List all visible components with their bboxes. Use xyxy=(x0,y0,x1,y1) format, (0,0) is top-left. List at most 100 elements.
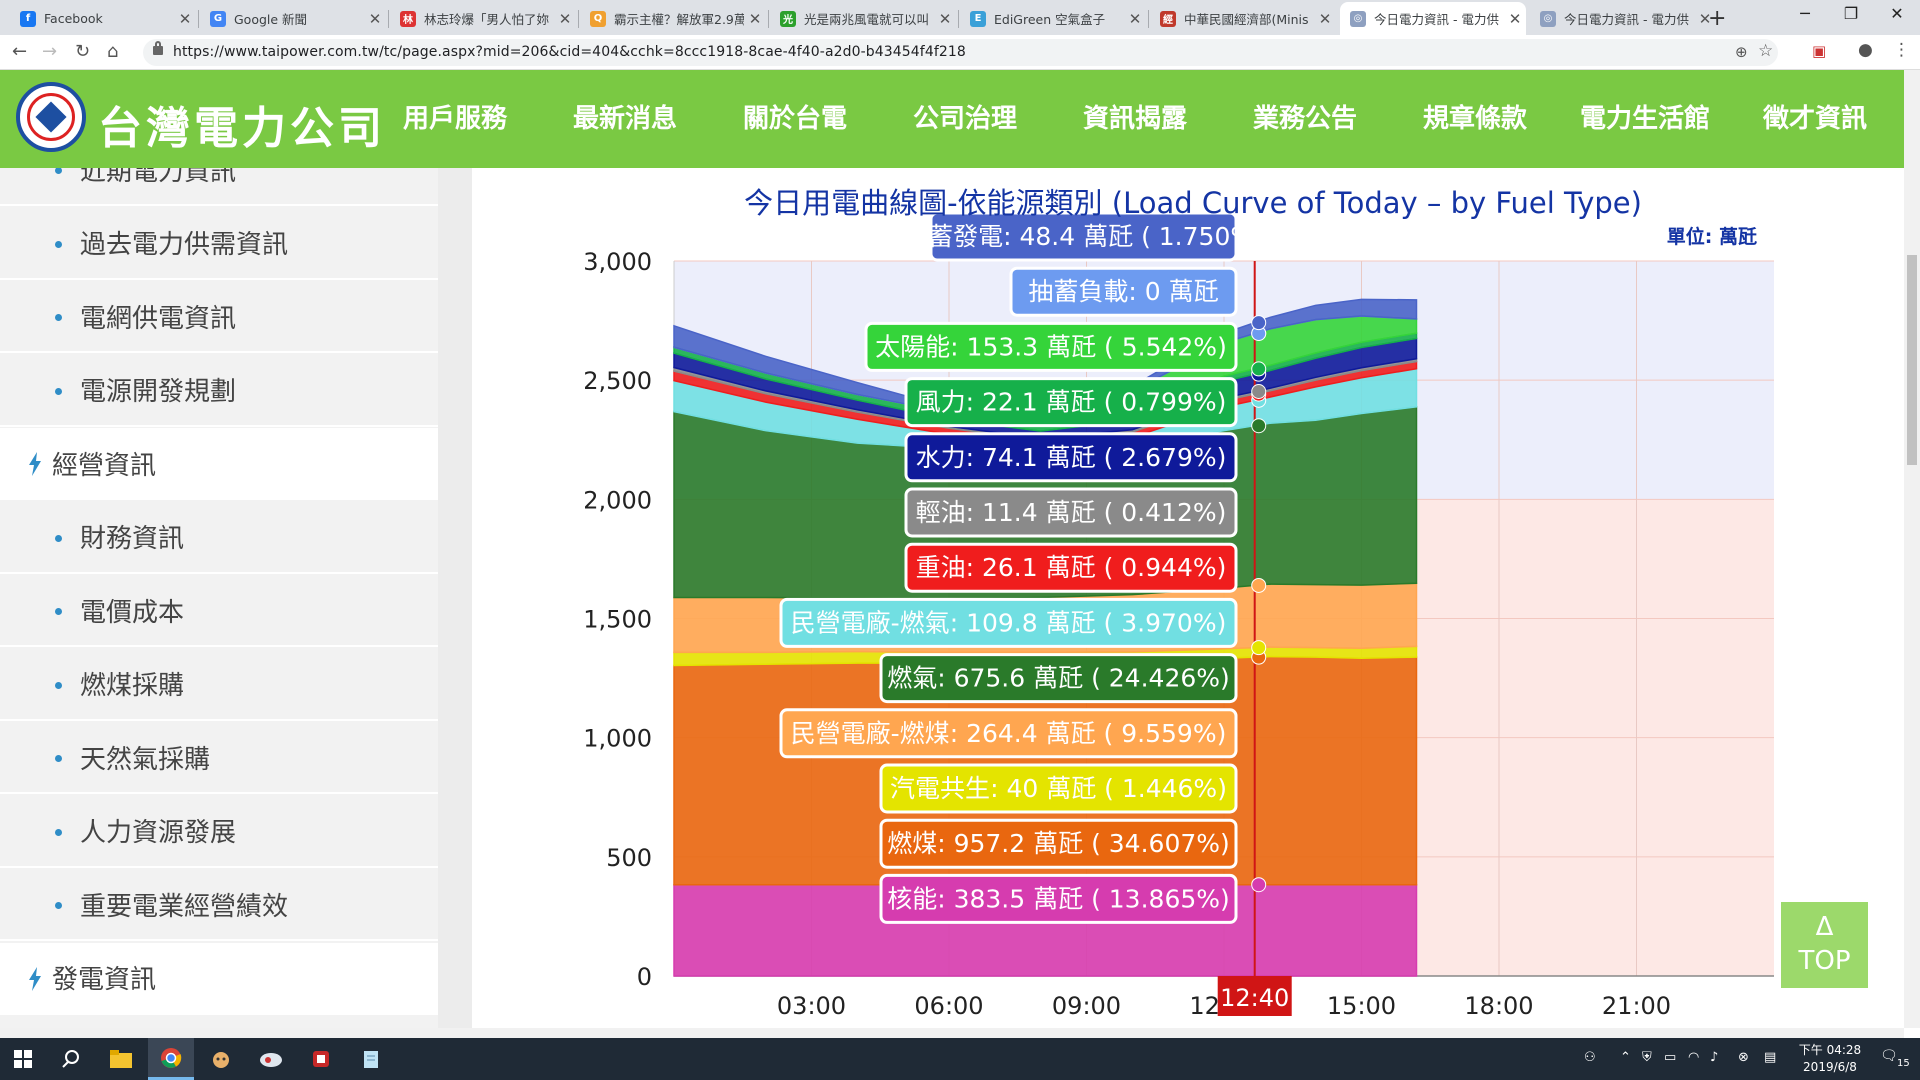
nav-item[interactable]: 資訊揭露 xyxy=(1050,70,1220,168)
tab-close-icon[interactable]: ✕ xyxy=(744,10,766,28)
close-window-button[interactable]: ✕ xyxy=(1874,4,1920,23)
load-curve-chart: 0 500 1,000 1,500 2,000 2,500 3,000 03:00 06:00 0… xyxy=(583,211,1774,1020)
series-unit: 萬瓩 xyxy=(1025,884,1083,913)
back-to-top-button[interactable]: Δ TOP xyxy=(1781,902,1868,988)
app-icon-notepad[interactable] xyxy=(348,1038,394,1080)
tab-close-icon[interactable]: ✕ xyxy=(1314,10,1336,28)
tab-title: 林志玲爆「男人怕了妳 xyxy=(424,12,550,27)
nav-item[interactable]: 業務公告 xyxy=(1220,70,1390,168)
series-sep: : xyxy=(937,829,953,858)
sidebar-item[interactable]: 財務資訊 xyxy=(0,501,438,574)
sidebar-item[interactable]: 人力資源發展 xyxy=(0,795,438,868)
nav-item[interactable]: 用戶服務 xyxy=(370,70,540,168)
browser-tab[interactable]: ◎ 今日電力資訊 - 電力供 ✕ xyxy=(1530,2,1716,35)
series-value: 675.6 xyxy=(954,664,1026,693)
sidebar-item[interactable]: 電源開發規劃 xyxy=(0,354,438,427)
series-value: 48.4 xyxy=(1020,222,1076,251)
series-pct-open: ( xyxy=(1096,553,1122,582)
search-icon[interactable] xyxy=(48,1038,94,1080)
browser-tab[interactable]: G Google 新聞 ✕ xyxy=(200,2,386,35)
sidebar-item[interactable]: 電價成本 xyxy=(0,575,438,647)
browser-tab[interactable]: Q 霸示主權？解放軍2.9萬 ✕ xyxy=(580,2,766,35)
new-tab-button[interactable]: + xyxy=(1708,6,1726,31)
browser-tab[interactable]: 光光是兩兆風電就可以叫 ✕ xyxy=(770,2,956,35)
nav-item[interactable]: 電力生活館 xyxy=(1560,70,1730,168)
menu-kebab-icon[interactable]: ⋮ xyxy=(1893,40,1910,60)
tab-close-icon[interactable]: ✕ xyxy=(1504,10,1526,28)
app-icon-cat[interactable] xyxy=(198,1038,244,1080)
battery-icon[interactable]: ▭ xyxy=(1664,1050,1676,1065)
sidebar-item[interactable]: 天然氣採購 xyxy=(0,722,438,794)
series-tooltip: 抽蓄負載: 0 萬瓩 xyxy=(1009,266,1238,317)
tooltip-text: 民營電廠-燃煤: 264.4 萬瓩 ( 9.559%) xyxy=(791,719,1227,748)
browser-tab[interactable]: ◎ 今日電力資訊 - 電力供 ✕ xyxy=(1340,2,1526,35)
wifi-icon[interactable]: ◠ xyxy=(1688,1050,1699,1065)
sidebar-item[interactable]: 近期電力資訊 xyxy=(0,168,438,206)
series-pct-close: ) xyxy=(1220,884,1230,913)
sidebar-item[interactable]: 過去電力供需資訊 xyxy=(0,207,438,280)
sidebar-item-label: 電網供電資訊 xyxy=(80,303,237,334)
lightning-bolt-icon xyxy=(29,452,41,476)
reload-icon[interactable]: ↻ xyxy=(75,41,90,62)
nav-item[interactable]: 最新消息 xyxy=(540,70,710,168)
tab-favicon-icon: ◎ xyxy=(1540,10,1556,27)
forward-arrow-icon[interactable]: → xyxy=(42,41,57,62)
browser-tab[interactable]: E EdiGreen 空氣盒子 ✕ xyxy=(960,2,1146,35)
sidebar-item[interactable]: 燃煤採購 xyxy=(0,648,438,721)
scrollbar-thumb[interactable] xyxy=(1907,255,1917,465)
chrome-icon[interactable] xyxy=(148,1038,194,1080)
series-marker xyxy=(1251,383,1267,399)
series-value: 22.1 xyxy=(982,388,1038,417)
horizontal-scrollbar[interactable] xyxy=(0,1028,1904,1038)
file-explorer-icon[interactable] xyxy=(98,1038,144,1080)
browser-tab[interactable]: f Facebook ✕ xyxy=(10,2,196,35)
app-icon-cloud[interactable] xyxy=(248,1038,294,1080)
profile-icon[interactable]: ● xyxy=(1858,40,1873,60)
minimize-button[interactable]: ─ xyxy=(1782,4,1828,23)
tray-chevron-icon[interactable]: ⌃ xyxy=(1620,1050,1631,1065)
nav-item[interactable]: 公司治理 xyxy=(880,70,1050,168)
nav-item[interactable]: 規章條款 xyxy=(1390,70,1560,168)
site-name[interactable]: 台灣電力公司 xyxy=(98,92,386,156)
series-name: 水力 xyxy=(916,443,966,472)
security-icon[interactable]: ⛨ xyxy=(1642,1050,1652,1065)
sidebar-item-label: 財務資訊 xyxy=(80,524,185,554)
back-arrow-icon[interactable]: ← xyxy=(12,41,27,62)
tab-close-icon[interactable]: ✕ xyxy=(174,10,196,28)
vertical-scrollbar[interactable] xyxy=(1904,70,1920,1028)
volume-icon[interactable]: ♪ xyxy=(1710,1050,1718,1065)
series-unit: 萬瓩 xyxy=(1025,664,1083,693)
series-pct-open: ( xyxy=(1096,498,1122,527)
tab-close-icon[interactable]: ✕ xyxy=(934,10,956,28)
tray-close-icon[interactable]: ⊗ xyxy=(1738,1050,1749,1065)
browser-tab[interactable]: 經中華民國經濟部(Minis ✕ xyxy=(1150,2,1336,35)
bookmark-star-icon[interactable]: ☆ xyxy=(1758,41,1773,61)
windows-start-icon[interactable] xyxy=(0,1038,46,1080)
series-percent: 24.426% xyxy=(1109,664,1220,693)
tab-title: Facebook xyxy=(44,11,103,26)
maximize-button[interactable]: ❐ xyxy=(1828,4,1874,23)
tab-close-icon[interactable]: ✕ xyxy=(554,10,576,28)
taskbar-clock[interactable]: 下午 04:28 2019/6/8 xyxy=(1798,1042,1862,1076)
home-icon[interactable]: ⌂ xyxy=(107,41,118,62)
tab-close-icon[interactable]: ✕ xyxy=(1124,10,1146,28)
zoom-icon[interactable]: ⊕ xyxy=(1735,43,1748,61)
sidebar-section-header[interactable]: 經營資訊 xyxy=(0,428,438,500)
sidebar-section-header[interactable]: 發電資訊 xyxy=(0,942,438,1015)
tab-close-icon[interactable]: ✕ xyxy=(364,10,386,28)
nav-item[interactable]: 徵才資訊 xyxy=(1730,70,1900,168)
app-icon-red[interactable] xyxy=(298,1038,344,1080)
extension-icon[interactable]: ▣ xyxy=(1812,42,1826,60)
y-tick-label: 1,500 xyxy=(583,606,652,634)
sidebar-item[interactable]: 電網供電資訊 xyxy=(0,281,438,353)
taipower-logo[interactable] xyxy=(16,82,86,152)
series-pct-close: ) xyxy=(1217,498,1227,527)
sidebar-item[interactable]: 重要電業經營績效 xyxy=(0,869,438,941)
address-bar[interactable]: https://www.taipower.com.tw/tc/page.aspx… xyxy=(143,39,1778,66)
browser-tab[interactable]: 林林志玲爆「男人怕了妳 ✕ xyxy=(390,2,576,35)
nav-item[interactable]: 關於台電 xyxy=(710,70,880,168)
ime-icon[interactable]: ▤ xyxy=(1764,1050,1776,1065)
main-content: 0 500 1,000 1,500 2,000 2,500 3,000 03:00 06:00 0… xyxy=(472,168,1904,1028)
people-icon[interactable]: ⚇ xyxy=(1584,1050,1596,1065)
notification-icon[interactable]: 🗨 xyxy=(1880,1048,1898,1064)
